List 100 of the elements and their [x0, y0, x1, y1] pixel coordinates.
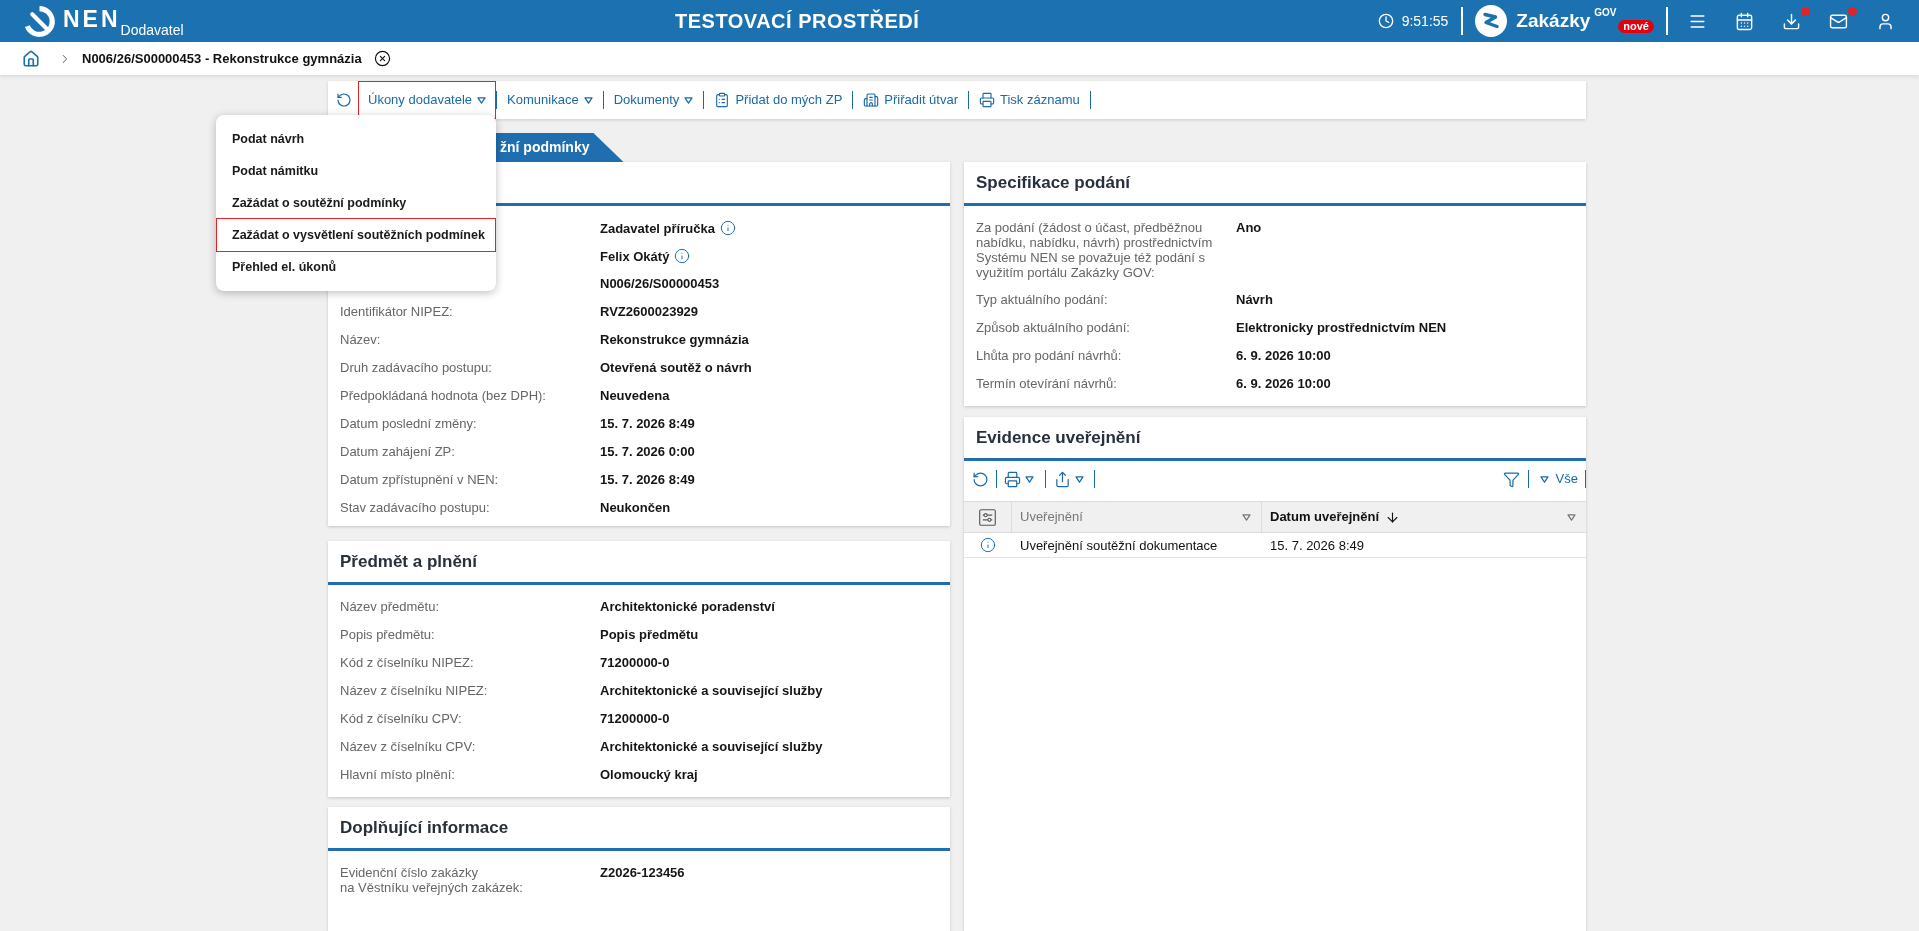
portal-superscript: GOV: [1594, 8, 1617, 18]
caret-down-icon: [684, 96, 694, 104]
field-label: Název předmětu:: [340, 599, 439, 614]
close-icon[interactable]: [373, 50, 391, 67]
user-icon: [1876, 11, 1895, 31]
portal-logo-icon: [1475, 5, 1508, 37]
field-value: 15. 7. 2026 8:49: [600, 472, 695, 487]
field-label: Název z číselníku NIPEZ:: [340, 683, 488, 698]
field-value: Architektonické a související služby: [600, 739, 823, 754]
user-button[interactable]: [1876, 11, 1895, 31]
menu-item[interactable]: Podat návrh: [216, 123, 496, 155]
column-filter-button[interactable]: [1567, 513, 1576, 521]
printer-icon: [979, 92, 995, 108]
field-value: 6. 9. 2026 10:00: [1236, 376, 1331, 391]
view-filter-button[interactable]: Vše: [1539, 469, 1578, 489]
field-value: Felix Okátý: [600, 248, 670, 264]
column-settings-icon: [979, 508, 996, 526]
menu-item[interactable]: Zažádat o vysvětlení soutěžních podmínek: [216, 218, 496, 252]
caret-down-icon: [1539, 475, 1549, 483]
print-button[interactable]: [1004, 470, 1034, 488]
field-label: Kód z číselníku CPV:: [340, 711, 462, 726]
info-icon[interactable]: [719, 220, 736, 236]
field-value: 6. 9. 2026 10:00: [1236, 348, 1331, 363]
info-icon[interactable]: [980, 537, 996, 553]
column-filter-button[interactable]: [1242, 513, 1251, 521]
clock-time: 9:51:55: [1401, 11, 1449, 31]
refresh-icon: [972, 470, 989, 488]
logo-ring-icon: [23, 4, 56, 38]
field-label: Kód z číselníku NIPEZ:: [340, 655, 474, 670]
field-value: Návrh: [1236, 292, 1273, 307]
field-label: Druh zadávacího postupu:: [340, 360, 492, 375]
field-value: Otevřená soutěž o návrh: [600, 360, 752, 375]
caret-down-icon: [1025, 475, 1034, 483]
info-icon[interactable]: [674, 248, 691, 264]
caret-down-icon: [1242, 513, 1251, 521]
field-value: 15. 7. 2026 8:49: [600, 416, 695, 431]
menu-item[interactable]: Podat námitku: [216, 155, 496, 187]
caret-down-icon: [1567, 513, 1576, 521]
refresh-button[interactable]: [972, 470, 989, 488]
caret-down-icon: [1075, 475, 1084, 483]
column-settings-button[interactable]: [979, 508, 996, 526]
environment-title: TESTOVACÍ PROSTŘEDÍ: [675, 8, 920, 34]
dropdown-menu-button[interactable]: Komunikace: [497, 81, 603, 119]
field-label: Hlavní místo plnění:: [340, 767, 455, 782]
field-value: 71200000-0: [600, 711, 670, 726]
table-cell: 15. 7. 2026 8:49: [1270, 538, 1364, 553]
download-icon: [1782, 11, 1801, 31]
refresh-icon: [336, 92, 352, 108]
new-badge: nové: [1618, 20, 1654, 33]
portal-name: Zakázky: [1516, 8, 1591, 33]
table-row[interactable]: Uveřejnění soutěžní dokumentace 15. 7. 2026 8:49: [964, 533, 1586, 558]
toolbar-button[interactable]: Přiřadit útvar: [853, 81, 968, 119]
field-label: Za podání (žádost o účast, předběžnou nabídku, nabídku, návrh) prostřednictvím Systému NEN se považuje též podání s využitím portálu Zakázky GOV:: [976, 220, 1214, 280]
field-value: 71200000-0: [600, 655, 670, 670]
field-label: Identifikátor NIPEZ:: [340, 304, 453, 319]
field-label: Datum zahájení ZP:: [340, 444, 455, 459]
sort-descending-icon: [1385, 509, 1401, 525]
menu-item[interactable]: Zažádat o soutěžní podmínky: [216, 187, 496, 219]
toolbar-button[interactable]: Tisk záznamu: [969, 81, 1090, 119]
card-title: Specifikace podání: [976, 174, 1130, 191]
export-button[interactable]: [1054, 470, 1084, 488]
mail-button[interactable]: [1829, 11, 1848, 31]
field-value: N006/26/S00000453: [600, 276, 720, 291]
filter-button[interactable]: [1502, 470, 1520, 488]
clock-icon: [1377, 13, 1394, 29]
toolbar-button[interactable]: Přidat do mých ZP: [704, 81, 853, 119]
caret-down-icon: [583, 96, 593, 104]
field-value: Rekonstrukce gymnázia: [600, 332, 749, 347]
download-button[interactable]: [1782, 11, 1801, 31]
breadcrumb-title[interactable]: N006/26/S00000453 - Rekonstrukce gymnázia: [82, 48, 362, 69]
filter-icon: [1502, 470, 1520, 488]
field-value: Architektonické poradenství: [600, 599, 775, 614]
field-value: Ano: [1236, 220, 1262, 235]
field-label: Název z číselníku CPV:: [340, 739, 476, 754]
field-label: Způsob aktuálního podání:: [976, 320, 1130, 335]
home-icon[interactable]: [22, 49, 40, 68]
portal-link[interactable]: Zakázky GOV nové: [1475, 5, 1654, 37]
field-label: Datum zpřístupnění v NEN:: [340, 472, 499, 487]
caret-down-icon: [477, 96, 487, 104]
column-header[interactable]: Uveřejnění: [1020, 507, 1083, 527]
field-value: Popis předmětu: [600, 627, 699, 642]
field-value: Z2026-123456: [600, 865, 685, 880]
share-icon: [1054, 470, 1071, 488]
building-icon: [863, 92, 880, 108]
field-label: Lhůta pro podání návrhů:: [976, 348, 1122, 363]
column-header[interactable]: Datum uveřejnění: [1270, 507, 1401, 527]
field-label: Termín otevírání návrhů:: [976, 376, 1117, 391]
calendar-icon: [1735, 11, 1754, 31]
field-value: Elektronicky prostřednictvím NEN: [1236, 320, 1447, 335]
field-value: 15. 7. 2026 0:00: [600, 444, 695, 459]
field-value: Architektonické a související služby: [600, 683, 823, 698]
calendar-button[interactable]: [1735, 11, 1754, 31]
field-label: Typ aktuálního podání:: [976, 292, 1108, 307]
field-label: Předpokládaná hodnota (bez DPH):: [340, 388, 546, 403]
menu-item[interactable]: Přehled el. úkonů: [216, 251, 496, 283]
printer-icon: [1004, 470, 1021, 488]
field-value: Neuvedena: [600, 388, 670, 403]
dropdown-menu-button[interactable]: Dokumenty: [603, 81, 704, 119]
field-label: Stav zadávacího postupu:: [340, 500, 490, 515]
field-value: Neukončen: [600, 500, 671, 515]
